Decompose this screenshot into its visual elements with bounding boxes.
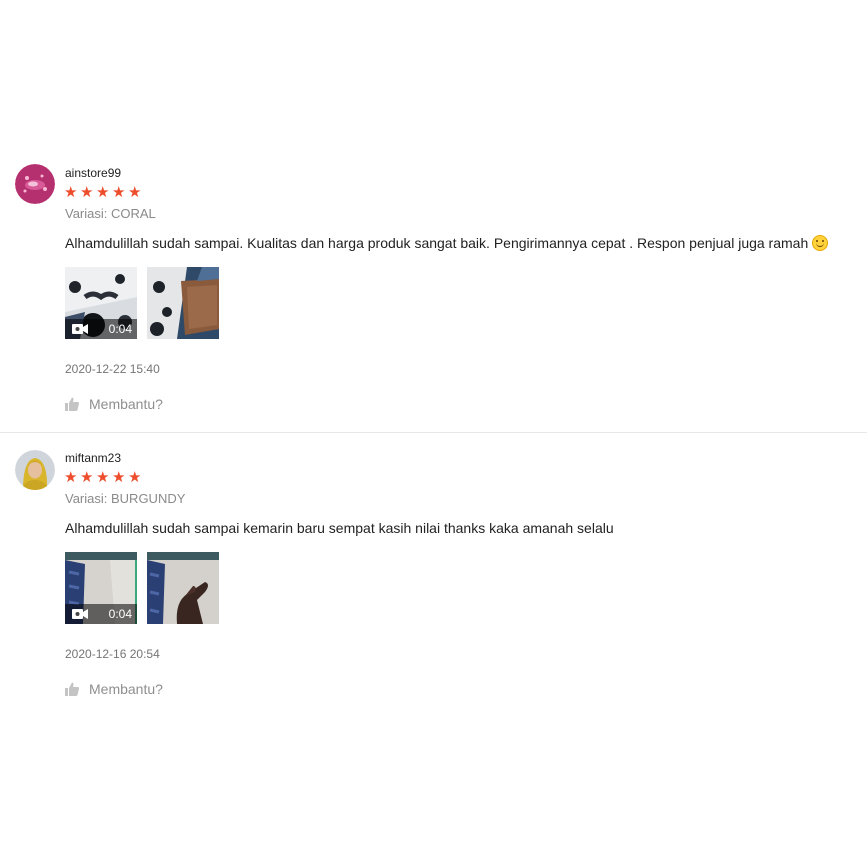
helpful-label: Membantu? — [89, 681, 163, 697]
helpful-label: Membantu? — [89, 396, 163, 412]
star-icon: ★ — [128, 184, 142, 201]
star-icon: ★ — [64, 184, 78, 201]
star-icon: ★ — [96, 469, 110, 486]
review-comment: Alhamdulillah sudah sampai. Kualitas dan… — [65, 235, 829, 251]
review-comment: Alhamdulillah sudah sampai kemarin baru … — [65, 520, 614, 536]
variation-label: Variasi: CORAL — [65, 206, 156, 221]
rating-stars: ★ ★ ★ ★ ★ — [64, 469, 142, 486]
review-media: 0:04 — [65, 552, 219, 624]
review-date: 2020-12-16 20:54 — [65, 647, 160, 661]
star-icon: ★ — [64, 469, 78, 486]
video-camera-icon — [72, 324, 88, 334]
photo-thumbnail[interactable] — [147, 552, 219, 624]
video-overlay: 0:04 — [65, 319, 137, 339]
variation-label: Variasi: BURGUNDY — [65, 491, 186, 506]
review-item: miftanm23 ★ ★ ★ ★ ★ Variasi: BURGUNDY Al… — [0, 445, 867, 705]
video-camera-icon — [72, 609, 88, 619]
helpful-button[interactable]: Membantu? — [65, 681, 163, 697]
star-icon: ★ — [80, 469, 94, 486]
video-thumbnail[interactable]: 0:04 — [65, 552, 137, 624]
thumbs-up-icon — [65, 682, 79, 696]
avatar[interactable] — [15, 450, 55, 490]
star-icon: ★ — [96, 184, 110, 201]
star-icon: ★ — [112, 469, 126, 486]
video-overlay: 0:04 — [65, 604, 137, 624]
review-date: 2020-12-22 15:40 — [65, 362, 160, 376]
comment-text: Alhamdulillah sudah sampai. Kualitas dan… — [65, 235, 809, 251]
username[interactable]: ainstore99 — [65, 166, 121, 180]
star-icon: ★ — [80, 184, 94, 201]
video-duration: 0:04 — [108, 322, 132, 336]
star-icon: ★ — [128, 469, 142, 486]
rating-stars: ★ ★ ★ ★ ★ — [64, 184, 142, 201]
thumbs-up-icon — [65, 397, 79, 411]
video-thumbnail[interactable]: 0:04 — [65, 267, 137, 339]
review-item: ainstore99 ★ ★ ★ ★ ★ Variasi: CORAL Alha… — [0, 160, 867, 433]
video-duration: 0:04 — [108, 607, 132, 621]
review-media: 0:04 — [65, 267, 219, 339]
comment-text: Alhamdulillah sudah sampai kemarin baru … — [65, 520, 614, 536]
username[interactable]: miftanm23 — [65, 451, 121, 465]
smiling-face-icon — [812, 235, 829, 251]
avatar[interactable] — [15, 164, 55, 204]
photo-thumbnail[interactable] — [147, 267, 219, 339]
star-icon: ★ — [112, 184, 126, 201]
helpful-button[interactable]: Membantu? — [65, 396, 163, 412]
